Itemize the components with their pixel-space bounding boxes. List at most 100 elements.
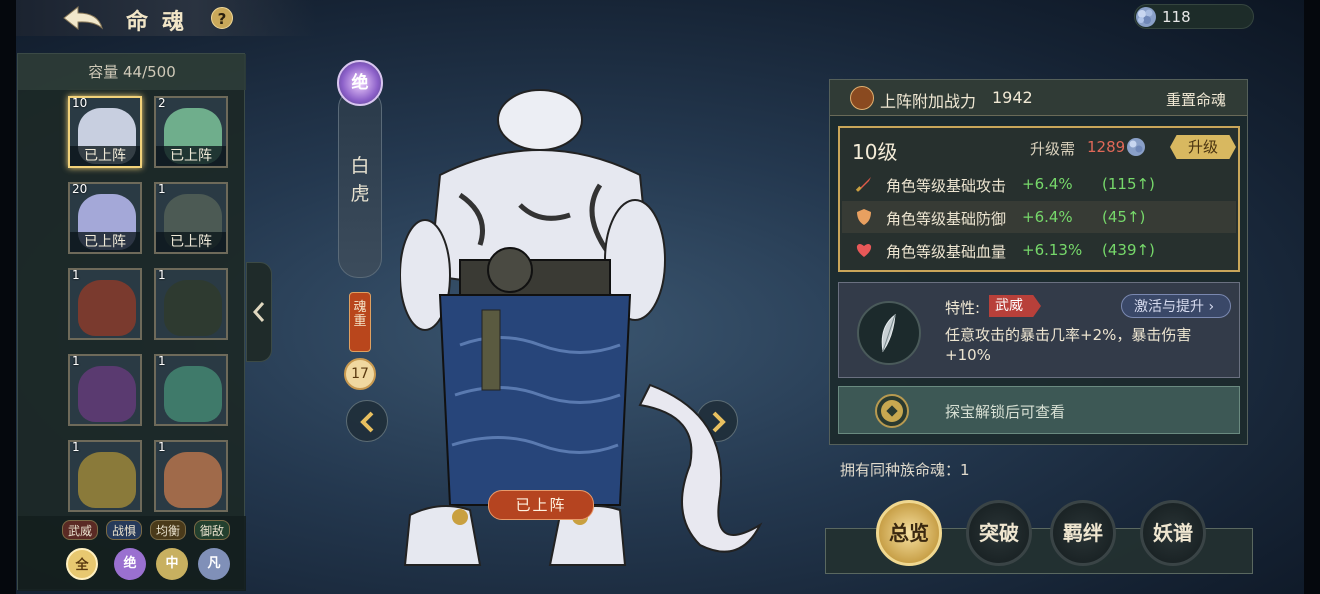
card-level: 1	[158, 354, 166, 368]
soul-card[interactable]: 1	[154, 354, 228, 426]
locked-text: 探宝解锁后可查看	[945, 403, 1066, 421]
soul-inventory-panel: 容量 44/500 10 已上阵 2 已上阵 20 已上阵 1 已上阵 1 1 1 1 1 1 武威 战惧…	[17, 53, 246, 591]
stat-percent: +6.13%	[1022, 241, 1083, 259]
coin-icon	[875, 394, 909, 428]
soul-portrait	[164, 452, 222, 508]
card-level: 1	[72, 268, 80, 282]
deployed-tag: 已上阵	[70, 146, 140, 166]
same-race-count: 拥有同种族命魂：1	[840, 461, 970, 479]
soul-portrait	[78, 452, 136, 508]
stat-absolute: (439↑)	[1102, 241, 1155, 259]
card-level: 10	[72, 96, 88, 110]
capacity-label: 容量 44/500	[18, 54, 246, 90]
trait-value: 武威	[989, 295, 1041, 317]
stat-label: 角色等级基础攻击	[886, 177, 1007, 195]
grade-fan-button[interactable]: 凡	[198, 548, 230, 580]
soul-card[interactable]: 1	[154, 440, 228, 512]
weight-value: 17	[344, 358, 376, 390]
deployed-tag: 已上阵	[156, 146, 226, 166]
page-title: 命魂	[126, 9, 199, 35]
screen-edge-right	[1304, 0, 1320, 594]
chevron-left-icon	[360, 411, 374, 433]
upgrade-button[interactable]: 升级	[1170, 135, 1236, 159]
tab-button[interactable]: 总览	[876, 500, 942, 566]
soul-card[interactable]: 1	[68, 268, 142, 340]
trait-description: 任意攻击的暴击几率+2%，暴击伤害+10%	[945, 326, 1192, 364]
stat-absolute: (45↑)	[1102, 208, 1146, 226]
card-level: 1	[158, 440, 166, 454]
card-level: 2	[158, 96, 166, 110]
stat-row: 角色等级基础防御 +6.4% (45↑)	[842, 201, 1236, 233]
stat-label: 角色等级基础血量	[886, 243, 1007, 261]
level-box: 10级 升级需 1289 升级 角色等级基础攻击 +6.4% (115↑) 角色等级基…	[838, 126, 1240, 272]
activate-upgrade-button[interactable]: 激活与提升 ›	[1121, 294, 1231, 318]
upgrade-cost: 1289	[1087, 138, 1126, 156]
shield-icon	[857, 209, 871, 225]
weight-label: 魂重	[349, 292, 371, 352]
soul-card[interactable]: 1	[68, 354, 142, 426]
stat-label: 角色等级基础防御	[886, 210, 1007, 228]
soul-card[interactable]: 10 已上阵	[68, 96, 142, 168]
trait-box: 特性: 武威 激活与提升 › 任意攻击的暴击几率+2%，暴击伤害+10%	[838, 282, 1240, 378]
stat-percent: +6.4%	[1022, 208, 1073, 226]
chevron-right-icon: ›	[1208, 299, 1215, 315]
power-value: 1942	[992, 88, 1033, 107]
deployed-tag: 已上阵	[156, 232, 226, 252]
soul-portrait	[78, 366, 136, 422]
sword-icon	[855, 177, 871, 192]
tab-button[interactable]: 妖谱	[1140, 500, 1206, 566]
screen-edge-left	[0, 0, 16, 594]
soul-level: 10级	[852, 140, 898, 164]
soul-portrait	[78, 280, 136, 336]
currency-pill: 118	[1134, 4, 1254, 29]
chevron-left-icon	[252, 302, 265, 322]
soul-portrait	[164, 366, 222, 422]
collapse-panel-button[interactable]	[246, 262, 272, 362]
prev-soul-button[interactable]	[346, 400, 388, 442]
grade-zhong-button[interactable]: 中	[156, 548, 188, 580]
power-label: 上阵附加战力	[880, 92, 977, 111]
filter-bar: 武威 战惧 均衡 御敌 全 绝 中 凡	[18, 516, 246, 591]
soul-portrait	[164, 280, 222, 336]
activate-label: 激活与提升	[1134, 299, 1204, 315]
heart-icon	[856, 244, 872, 257]
trait-feather-icon	[857, 301, 921, 365]
tab-button[interactable]: 羁绊	[1050, 500, 1116, 566]
filter-wuwei[interactable]: 武威	[62, 520, 98, 540]
locked-section: 探宝解锁后可查看	[838, 386, 1240, 434]
filter-zhanju[interactable]: 战惧	[106, 520, 142, 540]
soul-card[interactable]: 1 已上阵	[154, 182, 228, 254]
soul-card[interactable]: 1	[68, 440, 142, 512]
help-button[interactable]: ?	[211, 7, 233, 29]
grade-jue-button[interactable]: 绝	[114, 548, 146, 580]
soul-card[interactable]: 2 已上阵	[154, 96, 228, 168]
filter-junheng[interactable]: 均衡	[150, 520, 186, 540]
stat-row: 角色等级基础血量 +6.13% (439↑)	[842, 234, 1236, 266]
deployed-tag: 已上阵	[70, 232, 140, 252]
card-level: 1	[72, 440, 80, 454]
card-level: 1	[158, 182, 166, 196]
card-level: 1	[158, 268, 166, 282]
tab-button[interactable]: 突破	[966, 500, 1032, 566]
soul-name: 白虎	[350, 155, 370, 205]
power-header: 上阵附加战力 1942 重置命魂	[830, 80, 1247, 116]
upgrade-need-label: 升级需	[1030, 140, 1076, 158]
soul-detail-panel: 上阵附加战力 1942 重置命魂 10级 升级需 1289 升级 角色等级基础攻…	[829, 79, 1248, 445]
reset-soul-button[interactable]: 重置命魂	[1166, 89, 1226, 110]
card-level: 1	[72, 354, 80, 368]
soul-gem-icon	[1127, 138, 1145, 156]
trait-label: 特性:	[945, 299, 981, 317]
back-button[interactable]	[60, 4, 106, 32]
card-level: 20	[72, 182, 88, 196]
back-arrow-icon	[63, 5, 103, 31]
soul-gem-icon	[1136, 7, 1156, 27]
grade-all-button[interactable]: 全	[66, 548, 98, 580]
soul-card[interactable]: 1	[154, 268, 228, 340]
stat-percent: +6.4%	[1022, 175, 1073, 193]
stat-absolute: (115↑)	[1102, 175, 1155, 193]
soul-card[interactable]: 20 已上阵	[68, 182, 142, 254]
deployed-badge: 已上阵	[488, 490, 594, 520]
power-icon	[850, 86, 874, 110]
filter-yudi[interactable]: 御敌	[194, 520, 230, 540]
grade-orb: 绝	[337, 60, 383, 106]
